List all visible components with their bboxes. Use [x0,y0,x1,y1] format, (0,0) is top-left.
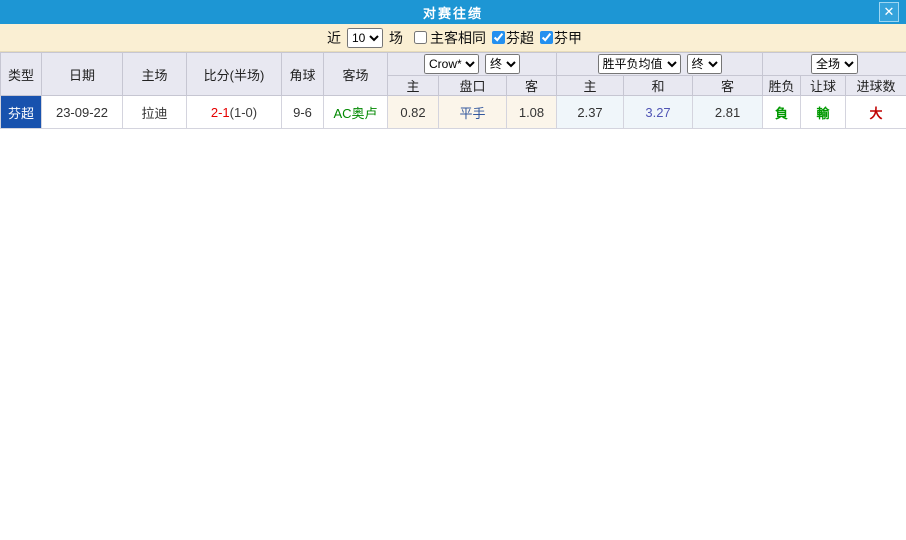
score-fulltime: 2-1 [210,104,230,120]
dialog-title: 对赛往绩 [422,5,483,21]
cell-result-handicap: 輸 [800,95,847,129]
subcol-handicap-home: 主 [387,75,439,96]
cell-score: 2-1(1-0) [186,95,282,129]
league-b-label: 芬甲 [554,29,582,46]
subcol-result-goals: 进球数 [845,75,906,96]
cell-home-team: 拉迪 [122,95,187,129]
cell-result-goals: 大 [845,95,906,129]
cell-odds-draw: 3.27 [623,95,694,129]
same-homeaway-label: 主客相同 [430,29,486,46]
cell-handicap-line: 平手 [438,95,507,129]
cell-date: 23-09-22 [41,95,123,129]
col-header-corners: 角球 [281,52,324,96]
odds-group-header: 胜平负均值 终 [556,52,764,76]
league-a-label: 芬超 [506,29,534,46]
subcol-result-winloss: 胜负 [762,75,802,96]
col-header-type: 类型 [0,52,42,96]
same-homeaway-checkbox[interactable] [414,31,427,44]
matches-label: 场 [389,29,403,46]
subcol-result-handicap: 让球 [800,75,847,96]
titlebar: 对赛往绩 ✕ [0,0,906,24]
col-header-score: 比分(半场) [186,52,282,96]
result-scope-select[interactable]: 全场 [811,54,859,74]
handicap-time-select[interactable]: 终 [485,54,520,74]
subcol-odds-home: 主 [556,75,625,96]
cell-result-winloss: 負 [762,95,802,129]
col-header-home: 主场 [122,52,187,96]
recent-count-select[interactable]: 10 [347,27,383,48]
cell-odds-home: 2.37 [556,95,625,129]
score-halftime: (1-0) [229,104,258,120]
subcol-handicap-line: 盘口 [438,75,507,96]
cell-handicap-home: 0.82 [387,95,439,129]
head-to-head-table: 类型 日期 主场 比分(半场) 角球 客场 Crow* 终 胜平负均值 终 全场… [0,52,906,129]
subcol-odds-away: 客 [692,75,764,96]
recent-label: 近 [327,29,341,46]
close-icon[interactable]: ✕ [879,2,899,22]
cell-league: 芬超 [0,95,42,129]
subcol-odds-draw: 和 [623,75,694,96]
league-a-checkbox[interactable] [492,31,505,44]
subcol-handicap-away: 客 [505,75,558,96]
filter-bar: 近 10 场 主客相同 芬超 芬甲 [0,24,906,52]
league-b-checkbox[interactable] [540,31,553,44]
cell-handicap-away: 1.08 [505,95,558,129]
col-header-date: 日期 [41,52,123,96]
result-group-header: 全场 [762,52,906,76]
handicap-company-select[interactable]: Crow* [424,54,479,74]
cell-away-team: AC奥卢 [323,95,388,129]
header-group-row: 类型 日期 主场 比分(半场) 角球 客场 Crow* 终 胜平负均值 终 全场 [0,52,906,96]
col-header-away: 客场 [323,52,388,96]
table-row: 芬超 23-09-22 拉迪 2-1(1-0) 9-6 AC奥卢 0.82 平手… [0,95,906,129]
handicap-group-header: Crow* 终 [386,52,558,76]
cell-odds-away: 2.81 [692,95,764,129]
odds-metric-select[interactable]: 胜平负均值 [597,54,681,74]
odds-time-select[interactable]: 终 [686,54,722,74]
head-to-head-dialog: 对赛往绩 ✕ 近 10 场 主客相同 芬超 芬甲 类型 日期 主场 比分(半场)… [0,0,906,129]
cell-corners: 9-6 [281,95,324,129]
